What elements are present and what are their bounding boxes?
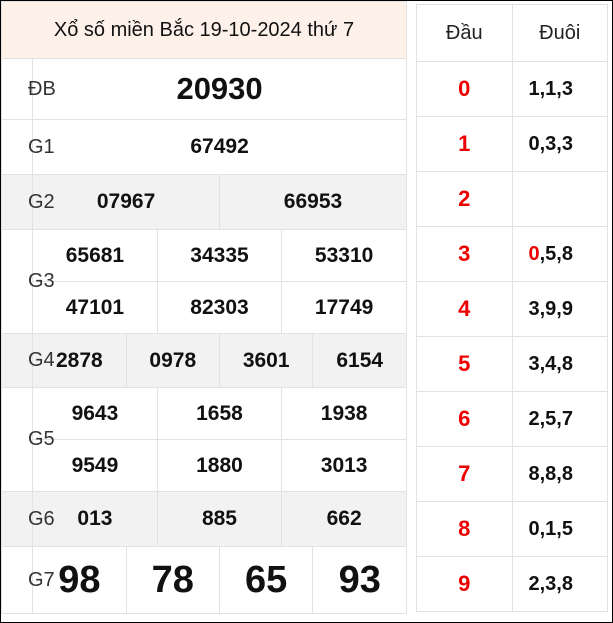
tail-digits: 2,5,7 [511,391,608,447]
g7-number: 65 [218,546,314,614]
tail-digits: 0,1,5 [511,501,608,557]
tail-digits: 3,4,8 [511,336,608,392]
prize-label-g6: G6 [0,491,55,547]
prize-label-g1: G1 [0,119,55,175]
loto-row: 9 2,3,8 [416,556,608,612]
tail-digits [511,171,608,227]
head-digit: 9 [416,556,513,612]
g6-number: 885 [156,491,283,547]
head-digit: 8 [416,501,513,557]
prize-label-db: ĐB [0,58,56,120]
g3-number: 82303 [156,281,283,334]
loto-row: 6 2,5,7 [416,391,608,447]
special-prize-number: 20930 [32,58,407,120]
tail-digits: 8,8,8 [511,446,608,502]
head-digit: 6 [416,391,513,447]
tail-digits-rest: ,5,8 [539,242,573,265]
results-title: Xổ số miền Bắc 19-10-2024 thứ 7 [1,1,407,59]
g3-number: 17749 [281,281,407,334]
head-digit: 7 [416,446,513,502]
tail-digits: 3,9,9 [511,281,608,337]
g6-number: 662 [281,491,407,547]
loto-row: 2 [416,171,608,227]
loto-row: 8 0,1,5 [416,501,608,557]
g4-number: 0978 [125,333,220,388]
head-digit: 3 [416,226,513,282]
head-digit: 0 [416,61,513,117]
g5-number: 1938 [281,387,407,440]
head-digit: 2 [416,171,513,227]
loto-row: 4 3,9,9 [416,281,608,337]
g3-number: 53310 [281,229,407,282]
tail-digit-special: 0 [528,242,540,265]
g7-number: 78 [125,546,220,614]
tail-digits: 0,3,3 [511,116,608,172]
lottery-results-table: Xổ số miền Bắc 19-10-2024 thứ 7 ĐB 20930… [0,1,408,614]
loto-row: 3 0,5,8 [416,226,608,282]
loto-row: 1 0,3,3 [416,116,608,172]
tail-digits: 2,3,8 [511,556,608,612]
g7-number: 93 [312,546,407,614]
head-digit: 1 [416,116,513,172]
loto-row: 0 1,1,3 [416,61,608,117]
loto-row: 5 3,4,8 [416,336,608,392]
prize-label-g7: G7 [0,546,55,614]
g4-number: 3601 [218,333,314,388]
head-column-header: Đầu [416,4,513,62]
loto-row: 7 8,8,8 [416,446,608,502]
g5-number: 1880 [156,439,283,492]
loto-head-tail-table: Đầu Đuôi 0 1,1,3 1 0,3,3 2 3 0,5,8 4 3,9… [416,4,608,612]
g4-number: 6154 [312,333,407,388]
g1-number: 67492 [32,119,407,175]
prize-label-g2: G2 [0,174,55,230]
g2-number: 07967 [32,174,220,230]
tail-column-header: Đuôi [511,4,608,62]
prize-label-g5: G5 [0,387,55,492]
prize-label-g4: G4 [0,333,55,388]
prize-label-g3: G3 [0,229,55,334]
tail-digits: 1,1,3 [511,61,608,117]
g2-number: 66953 [218,174,408,230]
head-digit: 5 [416,336,513,392]
g3-number: 34335 [156,229,283,282]
tail-digits: 0,5,8 [511,226,608,282]
g5-number: 1658 [156,387,283,440]
g5-number: 3013 [281,439,407,492]
head-digit: 4 [416,281,513,337]
